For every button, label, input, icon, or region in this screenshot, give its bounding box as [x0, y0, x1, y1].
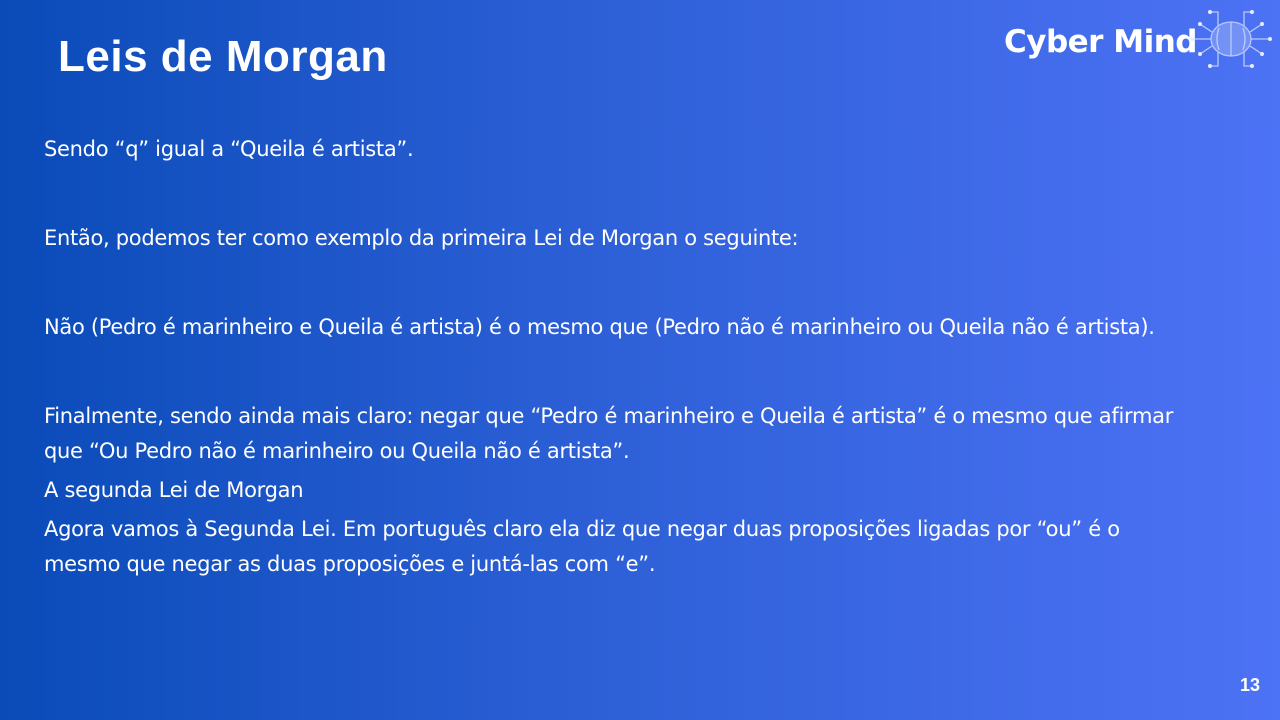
slide: Leis de Morgan Cyber Mind Sendo “q” igua…: [0, 0, 1280, 720]
paragraph-definition: Sendo “q” igual a “Queila é artista”.: [44, 137, 414, 161]
paragraph-first-law-example: Não (Pedro é marinheiro e Queila é artis…: [44, 315, 1155, 339]
paragraph-second-law-heading: A segunda Lei de Morgan: [44, 478, 304, 502]
paragraph-intro-example: Então, podemos ter como exemplo da prime…: [44, 226, 799, 250]
page-number: 13: [1239, 675, 1260, 695]
logo-text: Cyber Mind: [1004, 24, 1198, 60]
cyber-mind-logo: Cyber Mind: [1000, 6, 1276, 72]
brain-circuit-icon: [1190, 10, 1272, 68]
paragraph-second-law-explanation: Agora vamos à Segunda Lei. Em português …: [44, 517, 1120, 576]
slide-body: Sendo “q” igual a “Queila é artista”. En…: [44, 132, 1194, 582]
slide-title: Leis de Morgan: [58, 32, 388, 81]
paragraph-conclusion: Finalmente, sendo ainda mais claro: nega…: [44, 404, 1174, 463]
